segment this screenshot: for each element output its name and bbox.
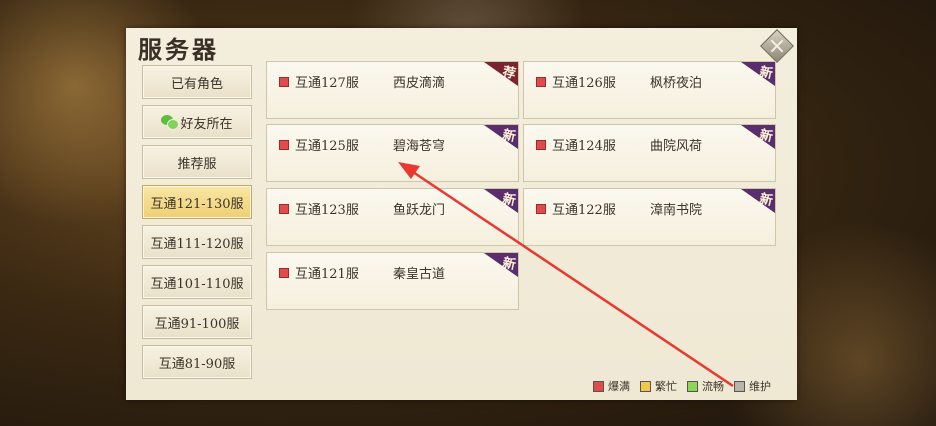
server-name: 秦皇古道 bbox=[393, 267, 446, 282]
sidebar-item-group-101-110[interactable]: 互通101-110服 bbox=[142, 265, 252, 299]
legend-label: 维护 bbox=[749, 380, 771, 393]
server-name: 漳南书院 bbox=[650, 203, 703, 218]
legend-smooth: 流畅 bbox=[687, 378, 724, 394]
server-card-121[interactable]: 互通121服 秦皇古道 新 bbox=[266, 252, 519, 310]
new-badge: 新 bbox=[741, 189, 775, 213]
new-badge: 新 bbox=[484, 125, 518, 149]
server-name: 鱼跃龙门 bbox=[393, 203, 446, 218]
status-indicator bbox=[279, 204, 289, 214]
server-card-123[interactable]: 互通123服 鱼跃龙门 新 bbox=[266, 188, 519, 246]
server-name: 碧海苍穹 bbox=[393, 139, 446, 154]
server-card-124[interactable]: 互通124服 曲院风荷 新 bbox=[523, 124, 776, 182]
sidebar-item-label: 互通101-110服 bbox=[150, 276, 244, 292]
server-id: 互通121服 bbox=[295, 267, 359, 282]
sidebar-item-label: 推荐服 bbox=[177, 156, 217, 172]
status-indicator bbox=[536, 140, 546, 150]
sidebar-item-label: 互通81-90服 bbox=[158, 356, 236, 372]
server-name: 枫桥夜泊 bbox=[650, 76, 703, 91]
legend-busy: 繁忙 bbox=[640, 378, 677, 394]
server-id: 互通122服 bbox=[552, 203, 616, 218]
new-badge: 新 bbox=[484, 189, 518, 213]
new-badge: 新 bbox=[741, 62, 775, 86]
sidebar-item-recommended[interactable]: 推荐服 bbox=[142, 145, 252, 179]
status-indicator bbox=[279, 77, 289, 87]
server-name: 西皮滴滴 bbox=[393, 76, 446, 91]
legend-swatch bbox=[640, 380, 651, 392]
close-icon[interactable] bbox=[760, 29, 794, 63]
sidebar-item-label: 互通111-120服 bbox=[150, 236, 244, 252]
legend-full: 爆满 bbox=[593, 378, 630, 394]
sidebar-item-group-111-120[interactable]: 互通111-120服 bbox=[142, 225, 252, 259]
legend-label: 爆满 bbox=[608, 380, 630, 393]
server-id: 互通124服 bbox=[552, 139, 616, 154]
sidebar-item-friends[interactable]: 好友所在 bbox=[142, 105, 252, 139]
server-name: 曲院风荷 bbox=[650, 139, 703, 154]
legend-label: 流畅 bbox=[702, 380, 724, 393]
server-card-126[interactable]: 互通126服 枫桥夜泊 新 bbox=[523, 61, 776, 119]
server-group-sidebar: 已有角色 好友所在 推荐服 互通121-130服 互通111-120服 互通10… bbox=[142, 65, 254, 385]
status-indicator bbox=[536, 77, 546, 87]
sidebar-item-label: 已有角色 bbox=[170, 76, 223, 92]
server-card-127[interactable]: 互通127服 西皮滴滴 荐 bbox=[266, 61, 519, 119]
new-badge: 新 bbox=[484, 253, 518, 277]
new-badge: 新 bbox=[741, 125, 775, 149]
recommended-badge: 荐 bbox=[484, 62, 518, 86]
sidebar-item-label: 互通91-100服 bbox=[154, 316, 240, 332]
legend-maintenance: 维护 bbox=[734, 378, 771, 394]
server-id: 互通125服 bbox=[295, 139, 359, 154]
sidebar-item-group-121-130[interactable]: 互通121-130服 bbox=[142, 185, 252, 219]
legend-label: 繁忙 bbox=[655, 380, 677, 393]
status-indicator bbox=[279, 268, 289, 278]
legend-swatch bbox=[687, 380, 698, 392]
status-legend: 爆满 繁忙 流畅 维护 bbox=[583, 378, 771, 394]
sidebar-item-group-81-90[interactable]: 互通81-90服 bbox=[142, 345, 252, 379]
server-id: 互通126服 bbox=[552, 76, 616, 91]
server-select-panel: 服务器 已有角色 好友所在 推荐服 互通121-130服 互通111-120服 … bbox=[126, 28, 797, 400]
sidebar-item-group-91-100[interactable]: 互通91-100服 bbox=[142, 305, 252, 339]
server-id: 互通127服 bbox=[295, 76, 359, 91]
legend-swatch bbox=[734, 380, 745, 392]
wechat-icon bbox=[161, 115, 180, 130]
sidebar-item-existing-roles[interactable]: 已有角色 bbox=[142, 65, 252, 99]
server-card-125[interactable]: 互通125服 碧海苍穹 新 bbox=[266, 124, 519, 182]
server-card-122[interactable]: 互通122服 漳南书院 新 bbox=[523, 188, 776, 246]
status-indicator bbox=[536, 204, 546, 214]
server-id: 互通123服 bbox=[295, 203, 359, 218]
legend-swatch bbox=[593, 380, 604, 392]
panel-title: 服务器 bbox=[138, 35, 219, 64]
sidebar-item-label: 好友所在 bbox=[180, 116, 233, 132]
status-indicator bbox=[279, 140, 289, 150]
sidebar-item-label: 互通121-130服 bbox=[150, 196, 244, 212]
